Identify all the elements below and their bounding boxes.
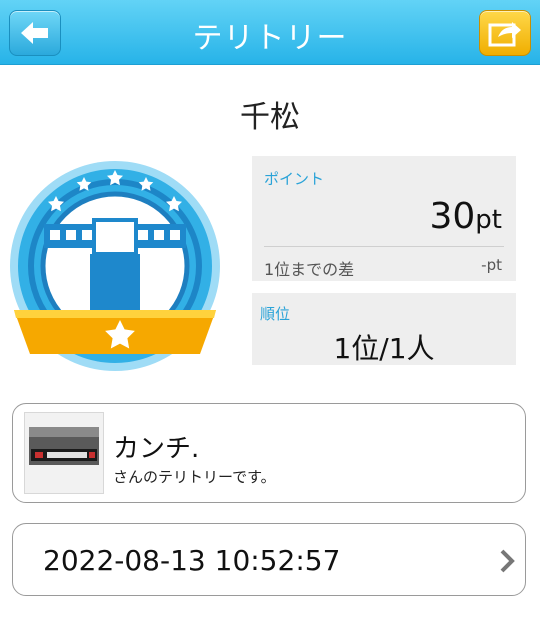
share-button[interactable]: [479, 10, 531, 56]
diff-value: -pt: [481, 256, 502, 274]
chevron-right-icon: [500, 549, 515, 573]
rank-value: 1位/1人: [333, 332, 435, 365]
points-value: 30pt: [429, 196, 502, 237]
owner-avatar: [24, 412, 104, 494]
page-title: テリトリー: [192, 21, 348, 56]
territory-name: 千松: [240, 100, 300, 135]
datetime-row[interactable]: 2022-08-13 10:52:57: [12, 523, 526, 596]
divider: [264, 246, 504, 247]
rank-panel: 順位 1位/1人: [252, 293, 516, 365]
share-export-icon: [488, 22, 521, 47]
gate-emblem-icon: [10, 161, 220, 371]
datetime-value: 2022-08-13 10:52:57: [43, 544, 341, 577]
owner-name: カンチ.: [113, 434, 200, 464]
rank-label: 順位: [260, 305, 291, 323]
owner-subtitle: さんのテリトリーです。: [113, 468, 276, 486]
app-header: テリトリー: [0, 0, 540, 65]
diff-label: 1位までの差: [264, 260, 355, 279]
owner-card[interactable]: カンチ. さんのテリトリーです。: [12, 403, 526, 503]
mugen-avatar-image: [25, 413, 103, 493]
points-label: ポイント: [264, 170, 325, 188]
points-panel: ポイント 30pt 1位までの差 -pt: [252, 156, 516, 281]
